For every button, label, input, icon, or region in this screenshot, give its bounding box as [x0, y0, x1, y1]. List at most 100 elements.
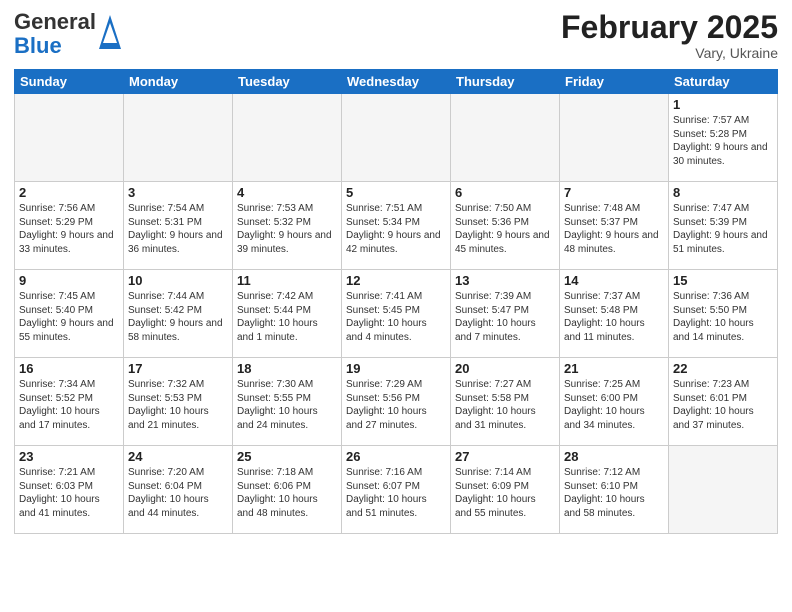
calendar-cell: 11 Sunrise: 7:42 AM Sunset: 5:44 PM Dayli…: [233, 270, 342, 358]
day-info: Sunrise: 7:21 AM Sunset: 6:03 PM Dayligh…: [19, 466, 119, 520]
calendar-cell: 17 Sunrise: 7:32 AM Sunset: 5:53 PM Dayli…: [124, 358, 233, 446]
calendar-cell: 21 Sunrise: 7:25 AM Sunset: 6:00 PM Dayli…: [560, 358, 669, 446]
day-number: 5: [346, 185, 446, 200]
calendar-table: Sunday Monday Tuesday Wednesday Thursday…: [14, 69, 778, 534]
day-info: Sunrise: 7:23 AM Sunset: 6:01 PM Dayligh…: [673, 378, 773, 432]
day-info: Sunrise: 7:14 AM Sunset: 6:09 PM Dayligh…: [455, 466, 555, 520]
col-saturday: Saturday: [669, 70, 778, 94]
day-number: 8: [673, 185, 773, 200]
col-tuesday: Tuesday: [233, 70, 342, 94]
day-number: 14: [564, 273, 664, 288]
calendar-week-4: 23 Sunrise: 7:21 AM Sunset: 6:03 PM Dayli…: [15, 446, 778, 534]
calendar-cell: 9 Sunrise: 7:45 AM Sunset: 5:40 PM Daylig…: [15, 270, 124, 358]
day-info: Sunrise: 7:16 AM Sunset: 6:07 PM Dayligh…: [346, 466, 446, 520]
location: Vary, Ukraine: [561, 45, 778, 61]
logo-icon: [99, 15, 121, 49]
day-info: Sunrise: 7:50 AM Sunset: 5:36 PM Dayligh…: [455, 202, 555, 256]
day-number: 10: [128, 273, 228, 288]
calendar-cell: 24 Sunrise: 7:20 AM Sunset: 6:04 PM Dayli…: [124, 446, 233, 534]
day-number: 19: [346, 361, 446, 376]
calendar-cell: 7 Sunrise: 7:48 AM Sunset: 5:37 PM Daylig…: [560, 182, 669, 270]
day-number: 22: [673, 361, 773, 376]
day-info: Sunrise: 7:53 AM Sunset: 5:32 PM Dayligh…: [237, 202, 337, 256]
day-info: Sunrise: 7:51 AM Sunset: 5:34 PM Dayligh…: [346, 202, 446, 256]
day-number: 16: [19, 361, 119, 376]
day-number: 11: [237, 273, 337, 288]
day-info: Sunrise: 7:20 AM Sunset: 6:04 PM Dayligh…: [128, 466, 228, 520]
calendar-cell: 20 Sunrise: 7:27 AM Sunset: 5:58 PM Dayli…: [451, 358, 560, 446]
calendar-cell: [124, 94, 233, 182]
calendar-week-0: 1 Sunrise: 7:57 AM Sunset: 5:28 PM Daylig…: [15, 94, 778, 182]
day-number: 3: [128, 185, 228, 200]
title-block: February 2025 Vary, Ukraine: [561, 10, 778, 61]
day-info: Sunrise: 7:48 AM Sunset: 5:37 PM Dayligh…: [564, 202, 664, 256]
calendar-cell: 27Sunrise: 7:14 AM Sunset: 6:09 PM Dayli…: [451, 446, 560, 534]
day-number: 21: [564, 361, 664, 376]
day-number: 17: [128, 361, 228, 376]
calendar-cell: 28 Sunrise: 7:12 AM Sunset: 6:10 PM Dayli…: [560, 446, 669, 534]
day-number: 28: [564, 449, 664, 464]
day-info: Sunrise: 7:45 AM Sunset: 5:40 PM Dayligh…: [19, 290, 119, 344]
logo-blue-text: Blue: [14, 33, 62, 58]
calendar-cell: 18 Sunrise: 7:30 AM Sunset: 5:55 PM Dayli…: [233, 358, 342, 446]
day-info: Sunrise: 7:18 AM Sunset: 6:06 PM Dayligh…: [237, 466, 337, 520]
calendar-cell: [669, 446, 778, 534]
day-info: Sunrise: 7:25 AM Sunset: 6:00 PM Dayligh…: [564, 378, 664, 432]
day-info: Sunrise: 7:42 AM Sunset: 5:44 PM Dayligh…: [237, 290, 337, 344]
calendar-cell: 22 Sunrise: 7:23 AM Sunset: 6:01 PM Dayli…: [669, 358, 778, 446]
calendar-cell: 16 Sunrise: 7:34 AM Sunset: 5:52 PM Dayli…: [15, 358, 124, 446]
day-info: Sunrise: 7:56 AM Sunset: 5:29 PM Dayligh…: [19, 202, 119, 256]
day-number: 1: [673, 97, 773, 112]
calendar-cell: 15 Sunrise: 7:36 AM Sunset: 5:50 PM Dayli…: [669, 270, 778, 358]
col-friday: Friday: [560, 70, 669, 94]
calendar-cell: 5 Sunrise: 7:51 AM Sunset: 5:34 PM Daylig…: [342, 182, 451, 270]
calendar-header-row: Sunday Monday Tuesday Wednesday Thursday…: [15, 70, 778, 94]
day-number: 7: [564, 185, 664, 200]
calendar-cell: 1 Sunrise: 7:57 AM Sunset: 5:28 PM Daylig…: [669, 94, 778, 182]
calendar-cell: [233, 94, 342, 182]
calendar-cell: 8Sunrise: 7:47 AM Sunset: 5:39 PM Daylig…: [669, 182, 778, 270]
col-sunday: Sunday: [15, 70, 124, 94]
calendar-cell: 2Sunrise: 7:56 AM Sunset: 5:29 PM Daylig…: [15, 182, 124, 270]
day-info: Sunrise: 7:54 AM Sunset: 5:31 PM Dayligh…: [128, 202, 228, 256]
day-info: Sunrise: 7:36 AM Sunset: 5:50 PM Dayligh…: [673, 290, 773, 344]
day-number: 9: [19, 273, 119, 288]
day-number: 6: [455, 185, 555, 200]
day-info: Sunrise: 7:34 AM Sunset: 5:52 PM Dayligh…: [19, 378, 119, 432]
day-info: Sunrise: 7:37 AM Sunset: 5:48 PM Dayligh…: [564, 290, 664, 344]
calendar-cell: 25Sunrise: 7:18 AM Sunset: 6:06 PM Dayli…: [233, 446, 342, 534]
day-number: 13: [455, 273, 555, 288]
day-number: 4: [237, 185, 337, 200]
calendar-week-3: 16 Sunrise: 7:34 AM Sunset: 5:52 PM Dayli…: [15, 358, 778, 446]
header: General Blue February 2025 Vary, Ukraine: [14, 10, 778, 61]
calendar-cell: 4 Sunrise: 7:53 AM Sunset: 5:32 PM Daylig…: [233, 182, 342, 270]
calendar-cell: 6 Sunrise: 7:50 AM Sunset: 5:36 PM Daylig…: [451, 182, 560, 270]
day-number: 12: [346, 273, 446, 288]
calendar-cell: [451, 94, 560, 182]
calendar-cell: 10 Sunrise: 7:44 AM Sunset: 5:42 PM Dayli…: [124, 270, 233, 358]
day-number: 24: [128, 449, 228, 464]
col-monday: Monday: [124, 70, 233, 94]
calendar-cell: 13 Sunrise: 7:39 AM Sunset: 5:47 PM Dayli…: [451, 270, 560, 358]
day-info: Sunrise: 7:30 AM Sunset: 5:55 PM Dayligh…: [237, 378, 337, 432]
day-info: Sunrise: 7:44 AM Sunset: 5:42 PM Dayligh…: [128, 290, 228, 344]
day-info: Sunrise: 7:57 AM Sunset: 5:28 PM Dayligh…: [673, 114, 773, 168]
day-info: Sunrise: 7:41 AM Sunset: 5:45 PM Dayligh…: [346, 290, 446, 344]
day-number: 18: [237, 361, 337, 376]
day-info: Sunrise: 7:39 AM Sunset: 5:47 PM Dayligh…: [455, 290, 555, 344]
day-info: Sunrise: 7:27 AM Sunset: 5:58 PM Dayligh…: [455, 378, 555, 432]
calendar-cell: 3 Sunrise: 7:54 AM Sunset: 5:31 PM Daylig…: [124, 182, 233, 270]
calendar-cell: 19Sunrise: 7:29 AM Sunset: 5:56 PM Dayli…: [342, 358, 451, 446]
day-number: 20: [455, 361, 555, 376]
page-container: General Blue February 2025 Vary, Ukraine…: [0, 0, 792, 612]
month-title: February 2025: [561, 10, 778, 45]
day-number: 15: [673, 273, 773, 288]
day-info: Sunrise: 7:32 AM Sunset: 5:53 PM Dayligh…: [128, 378, 228, 432]
calendar-cell: [560, 94, 669, 182]
calendar-cell: 12 Sunrise: 7:41 AM Sunset: 5:45 PM Dayli…: [342, 270, 451, 358]
calendar-cell: 26 Sunrise: 7:16 AM Sunset: 6:07 PM Dayli…: [342, 446, 451, 534]
day-info: Sunrise: 7:12 AM Sunset: 6:10 PM Dayligh…: [564, 466, 664, 520]
day-number: 23: [19, 449, 119, 464]
calendar-week-2: 9 Sunrise: 7:45 AM Sunset: 5:40 PM Daylig…: [15, 270, 778, 358]
day-number: 26: [346, 449, 446, 464]
